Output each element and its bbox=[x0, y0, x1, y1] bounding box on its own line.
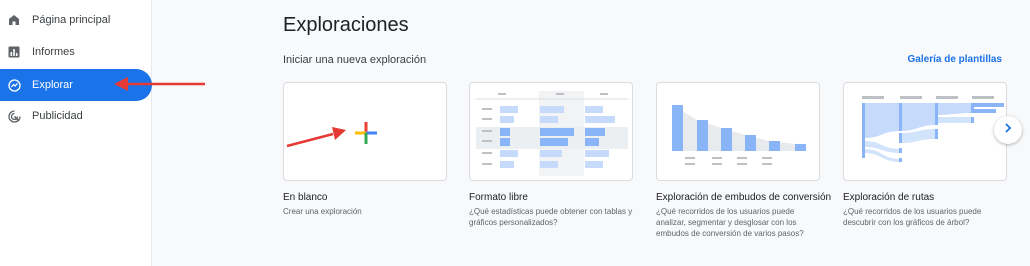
card-path-exploration[interactable] bbox=[843, 82, 1007, 181]
free-form-thumbnail bbox=[476, 91, 628, 176]
page-title: Exploraciones bbox=[283, 14, 409, 36]
sidebar-item-label: Explorar bbox=[32, 79, 73, 91]
card-funnel-exploration[interactable] bbox=[656, 82, 820, 181]
sidebar-item-explore[interactable]: Explorar bbox=[0, 69, 152, 101]
funnel-thumbnail bbox=[672, 105, 806, 165]
bar-chart-icon bbox=[7, 45, 21, 59]
advertising-icon bbox=[7, 109, 21, 123]
sidebar-item-label: Informes bbox=[32, 46, 75, 58]
card-title: Exploración de embudos de conversión bbox=[656, 192, 832, 203]
card-description: Crear una exploración bbox=[283, 207, 362, 216]
sidebar-item-label: Página principal bbox=[32, 14, 111, 26]
chevron-right-icon bbox=[1002, 121, 1014, 139]
path-thumbnail bbox=[862, 96, 1004, 162]
card-free-form[interactable] bbox=[469, 82, 633, 181]
template-gallery-link[interactable]: Galería de plantillas bbox=[908, 54, 1002, 65]
card-title: Formato libre bbox=[469, 192, 528, 203]
sidebar-item-reports[interactable]: Informes bbox=[0, 36, 152, 68]
card-description: ¿Qué recorridos de los usuarios puede an… bbox=[656, 207, 804, 238]
plus-icon bbox=[355, 122, 377, 149]
card-title: Exploración de rutas bbox=[843, 192, 935, 203]
sidebar-item-advertising[interactable]: Publicidad bbox=[0, 100, 152, 132]
home-icon bbox=[7, 13, 21, 27]
sidebar-item-label: Publicidad bbox=[32, 110, 83, 122]
sidebar-item-home[interactable]: Página principal bbox=[0, 4, 152, 36]
sidebar: Página principal Informes Explorar Publi… bbox=[0, 0, 152, 266]
card-title: En blanco bbox=[283, 192, 328, 203]
card-blank[interactable] bbox=[283, 82, 447, 181]
next-button[interactable] bbox=[994, 116, 1022, 144]
explore-icon bbox=[7, 78, 21, 92]
card-description: ¿Qué recorridos de los usuarios puede de… bbox=[843, 207, 982, 227]
section-title: Iniciar una nueva exploración bbox=[283, 54, 427, 66]
card-description: ¿Qué estadísticas puede obtener con tabl… bbox=[469, 207, 633, 227]
